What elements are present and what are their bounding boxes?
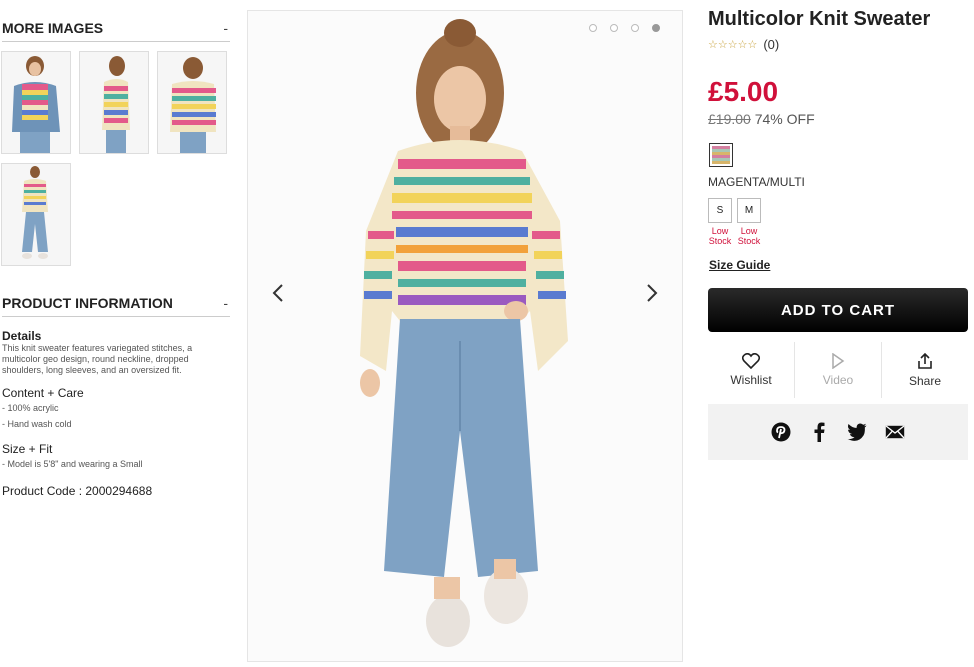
star-rating-icon: ☆☆☆☆☆	[708, 39, 758, 51]
content-care-title: Content + Care	[2, 386, 84, 400]
stock-status: Low Stock	[708, 226, 732, 246]
product-details: Details This knit sweater features varie…	[2, 329, 228, 498]
share-icon	[918, 352, 932, 369]
heart-icon	[742, 353, 760, 369]
more-images-header[interactable]: MORE IMAGES -	[2, 14, 230, 42]
carousel-dot[interactable]	[610, 24, 618, 32]
discount-label: 74% OFF	[754, 111, 815, 127]
size-guide-link[interactable]: Size Guide	[709, 258, 770, 272]
product-information-header[interactable]: PRODUCT INFORMATION -	[2, 290, 230, 317]
wishlist-label: Wishlist	[730, 373, 772, 387]
carousel-dot[interactable]	[589, 24, 597, 32]
product-title: Multicolor Knit Sweater	[708, 8, 931, 30]
collapse-toggle[interactable]: -	[223, 295, 230, 311]
share-label: Share	[908, 374, 942, 388]
video-label: Video	[822, 373, 854, 387]
product-actions: Wishlist Video Share	[708, 342, 968, 398]
prev-arrow-icon[interactable]	[268, 283, 288, 307]
next-arrow-icon[interactable]	[642, 283, 662, 307]
more-images-title: MORE IMAGES	[2, 19, 104, 36]
thumbnail-1[interactable]	[1, 51, 71, 154]
twitter-icon[interactable]	[847, 422, 867, 442]
thumbnail-3[interactable]	[157, 51, 227, 154]
size-option-m[interactable]: M Low Stock	[737, 198, 761, 246]
carousel-dots	[589, 24, 660, 32]
video-button[interactable]: Video	[794, 342, 881, 398]
content-item: - 100% acrylic	[2, 403, 59, 413]
collapse-toggle[interactable]: -	[223, 20, 230, 36]
pinterest-icon[interactable]	[771, 422, 791, 442]
thumbnail-4[interactable]	[1, 163, 71, 266]
carousel-dot-active[interactable]	[652, 24, 660, 32]
play-icon	[832, 353, 845, 369]
email-icon[interactable]	[885, 422, 905, 442]
details-text: This knit sweater features variegated st…	[2, 343, 193, 375]
review-count[interactable]: (0)	[763, 37, 779, 52]
wishlist-button[interactable]: Wishlist	[708, 342, 794, 398]
facebook-icon[interactable]	[809, 422, 829, 442]
original-price: £19.00	[708, 111, 751, 127]
content-item: - Hand wash cold	[2, 419, 72, 429]
rating[interactable]: ☆☆☆☆☆ (0)	[708, 37, 779, 52]
stock-status: Low Stock	[737, 226, 761, 246]
original-price-line: £19.00 74% OFF	[708, 111, 815, 127]
main-product-image	[247, 10, 683, 662]
add-to-cart-button[interactable]: ADD TO CART	[708, 288, 968, 332]
sale-price: £5.00	[708, 76, 779, 107]
share-button[interactable]: Share	[881, 342, 968, 398]
size-fit-title: Size + Fit	[2, 442, 53, 456]
social-share-bar	[708, 404, 968, 460]
size-selector: S Low Stock M Low Stock	[708, 198, 761, 246]
product-information-title: PRODUCT INFORMATION	[2, 295, 173, 311]
thumbnail-2[interactable]	[79, 51, 149, 154]
size-option-s[interactable]: S Low Stock	[708, 198, 732, 246]
size-fit-item: - Model is 5'8" and wearing a Small	[2, 459, 143, 469]
product-code: Product Code : 2000294688	[2, 484, 153, 498]
size-label[interactable]: S	[708, 198, 732, 223]
color-name: MAGENTA/MULTI	[708, 175, 805, 189]
size-label[interactable]: M	[737, 198, 761, 223]
details-title: Details	[2, 329, 42, 343]
carousel-dot[interactable]	[631, 24, 639, 32]
color-swatch[interactable]	[709, 143, 733, 167]
model-photo	[248, 11, 682, 661]
